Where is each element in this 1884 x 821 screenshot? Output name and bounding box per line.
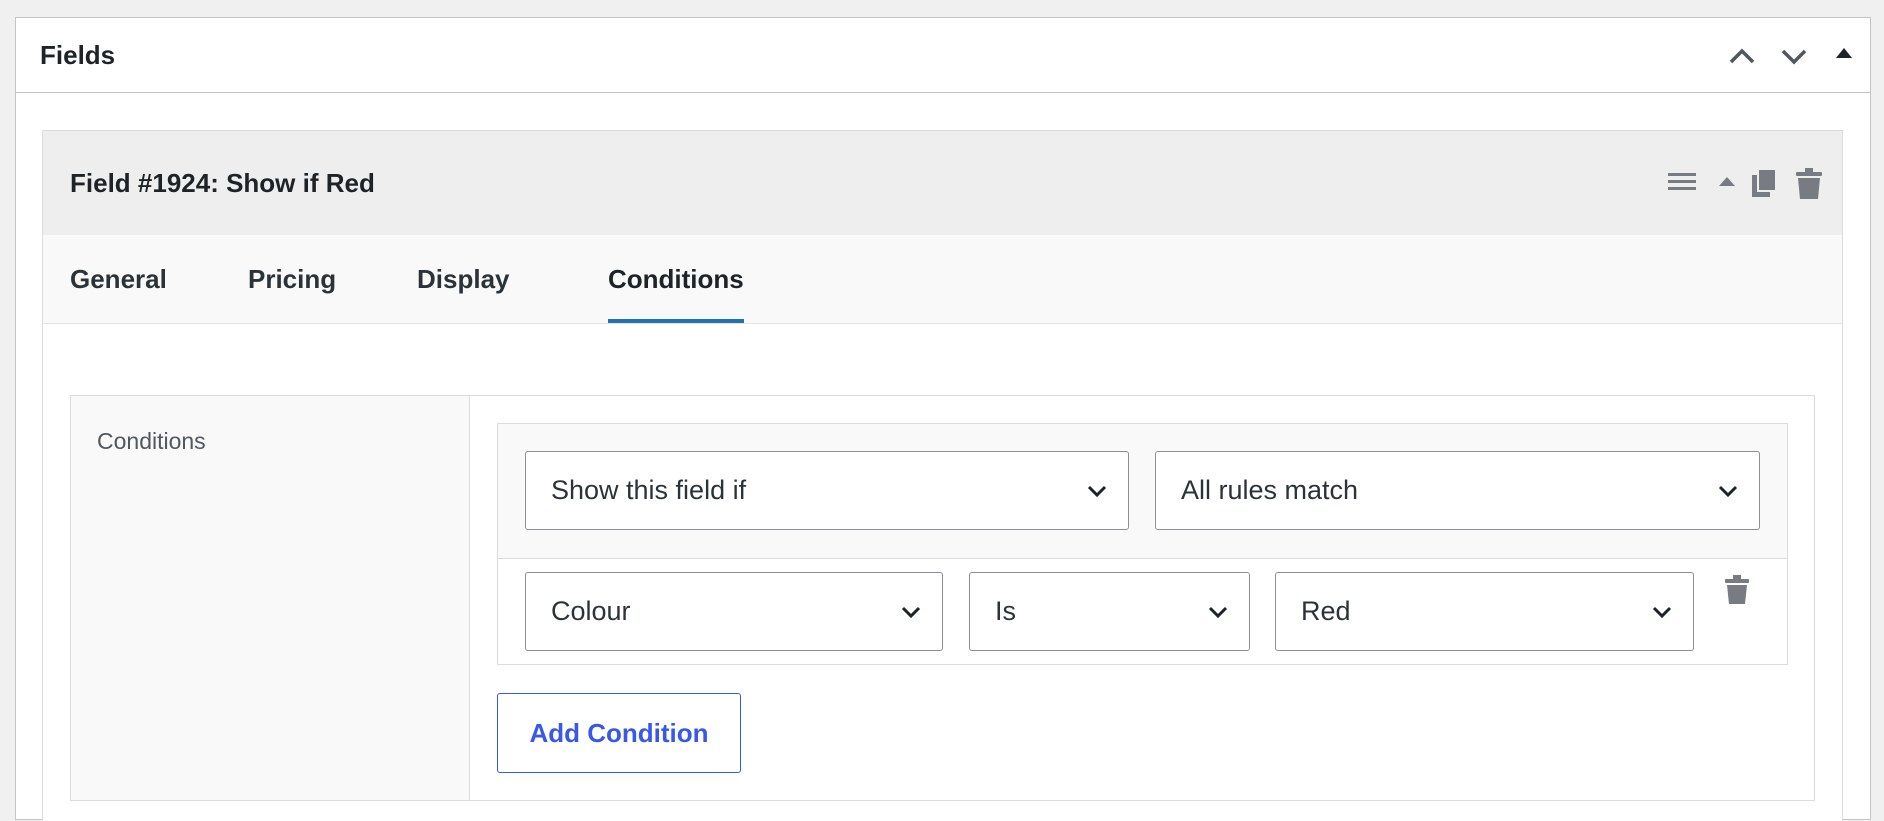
tab-general[interactable]: General (70, 235, 167, 323)
field-title: Field #1924: Show if Red (70, 168, 375, 198)
field-card: Field #1924: Show if Red General Pricing… (42, 130, 1843, 821)
panel-header: Fields (16, 18, 1870, 93)
chevron-down-icon (1651, 601, 1673, 628)
conditions-label-column: Conditions (71, 396, 470, 800)
visibility-select[interactable]: Show this field if (525, 451, 1129, 530)
duplicate-icon[interactable] (1749, 167, 1779, 204)
toggle-triangle-icon[interactable] (1834, 40, 1866, 72)
drag-handle-icon[interactable] (1667, 167, 1697, 202)
collapse-triangle-icon[interactable] (1717, 167, 1737, 202)
fields-panel: Fields Field #1924: Show if Red General … (15, 17, 1871, 821)
rule-operator-select[interactable]: Is (969, 572, 1250, 651)
match-select-value: All rules match (1181, 475, 1359, 505)
rule-operator-value: Is (995, 596, 1017, 626)
chevron-down-icon (900, 601, 922, 628)
delete-rule-icon[interactable] (1724, 574, 1750, 611)
tab-conditions[interactable]: Conditions (608, 235, 744, 323)
rules-logic-row: Show this field if All rules match (498, 424, 1787, 559)
trash-icon[interactable] (1795, 167, 1823, 206)
rules-box: Show this field if All rules match Colou… (497, 423, 1788, 665)
rule-value-select[interactable]: Red (1275, 572, 1694, 651)
match-select[interactable]: All rules match (1155, 451, 1760, 530)
chevron-down-icon (1086, 480, 1108, 507)
chevron-down-icon (1717, 480, 1739, 507)
visibility-select-value: Show this field if (551, 475, 747, 505)
tab-display[interactable]: Display (417, 235, 510, 323)
tab-pricing[interactable]: Pricing (248, 235, 336, 323)
chevron-down-icon[interactable] (1778, 40, 1810, 72)
chevron-down-icon (1207, 601, 1229, 628)
chevron-up-icon[interactable] (1726, 40, 1758, 72)
rule-value-value: Red (1301, 596, 1351, 626)
rule-attribute-select[interactable]: Colour (525, 572, 943, 651)
rule-attribute-value: Colour (551, 596, 631, 626)
field-header[interactable]: Field #1924: Show if Red (43, 131, 1842, 235)
field-tabs: General Pricing Display Conditions (43, 235, 1842, 324)
panel-title: Fields (40, 40, 116, 70)
conditions-label: Conditions (97, 428, 206, 454)
add-condition-button[interactable]: Add Condition (497, 693, 741, 773)
conditions-section: Conditions Show this field if All rules … (70, 395, 1815, 801)
